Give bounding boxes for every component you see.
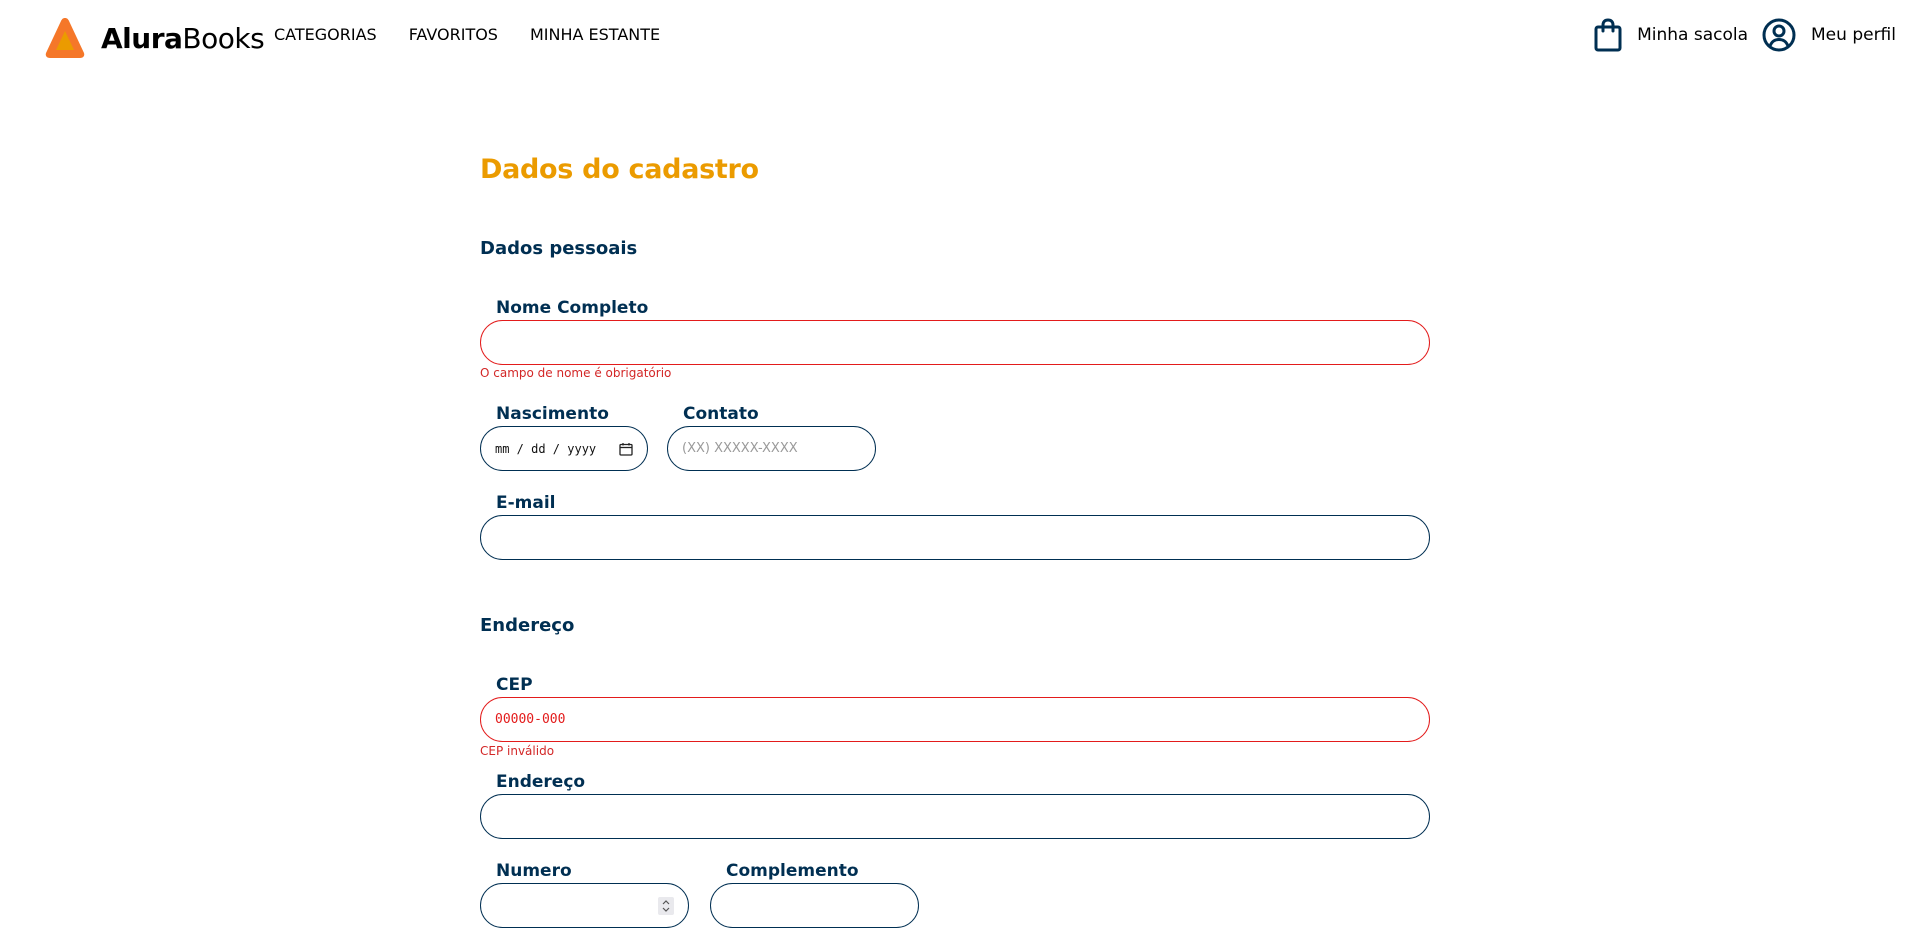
email-label: E-mail	[496, 493, 556, 513]
bag-button[interactable]: Minha sacola	[1594, 18, 1748, 52]
cep-label: CEP	[496, 675, 533, 695]
name-label: Nome Completo	[496, 298, 649, 318]
brand-name-bold: Alura	[101, 21, 183, 55]
main-nav: CATEGORIAS FAVORITOS MINHA ESTANTE	[274, 25, 692, 44]
complement-input[interactable]	[710, 883, 919, 928]
section-title-address: Endereço	[480, 615, 575, 636]
cep-input[interactable]: 00000-000	[480, 697, 1430, 742]
user-circle-icon	[1762, 18, 1796, 52]
brand-name-light: Books	[182, 21, 265, 55]
contact-input[interactable]: (XX) XXXXX-XXXX	[667, 426, 876, 471]
shopping-bag-icon	[1594, 18, 1622, 52]
email-input[interactable]	[480, 515, 1430, 560]
address-input[interactable]	[480, 794, 1430, 839]
name-input[interactable]	[480, 320, 1430, 365]
contact-placeholder: (XX) XXXXX-XXXX	[682, 441, 798, 456]
section-title-personal: Dados pessoais	[480, 238, 638, 259]
stepper-arrows-icon	[662, 899, 670, 912]
brand-name: AluraBooks	[101, 21, 265, 55]
profile-label: Meu perfil	[1811, 25, 1896, 45]
logo-triangle-icon	[45, 18, 85, 58]
profile-button[interactable]: Meu perfil	[1762, 18, 1896, 52]
cep-error: CEP inválido	[480, 744, 555, 758]
contact-label: Contato	[683, 404, 759, 424]
bag-label: Minha sacola	[1637, 25, 1749, 45]
nav-item-minha-estante[interactable]: MINHA ESTANTE	[530, 25, 660, 44]
birth-date-input[interactable]: mm / dd / yyyy	[480, 426, 648, 471]
page-title: Dados do cadastro	[480, 154, 759, 185]
top-header: AluraBooks CATEGORIAS FAVORITOS MINHA ES…	[0, 0, 1908, 75]
name-error: O campo de nome é obrigatório	[480, 366, 672, 380]
number-stepper[interactable]	[658, 896, 674, 915]
header-actions: Minha sacola Meu perfil	[1580, 18, 1896, 52]
nav-item-favoritos[interactable]: FAVORITOS	[409, 25, 498, 44]
birth-label: Nascimento	[496, 404, 609, 424]
complement-label: Complemento	[726, 861, 859, 881]
calendar-icon[interactable]	[619, 442, 633, 456]
address-label: Endereço	[496, 772, 586, 792]
brand-logo[interactable]: AluraBooks	[45, 14, 265, 62]
birth-date-placeholder: mm / dd / yyyy	[495, 441, 597, 456]
nav-item-categorias[interactable]: CATEGORIAS	[274, 25, 377, 44]
number-label: Numero	[496, 861, 572, 881]
number-input[interactable]	[480, 883, 689, 928]
cep-value: 00000-000	[495, 712, 566, 727]
